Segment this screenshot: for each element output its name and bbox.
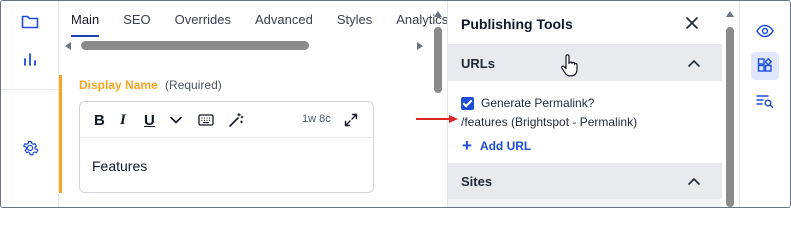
expand-icon[interactable]	[344, 111, 358, 129]
display-name-field: Display Name (Required) B I U 1w 8c Feat…	[59, 75, 431, 207]
chevron-down-icon[interactable]	[170, 111, 182, 129]
app-window: Main SEO Overrides Advanced Styles Analy…	[0, 0, 791, 208]
tab-overrides[interactable]: Overrides	[163, 1, 243, 37]
tab-scrollbar-thumb[interactable]	[81, 41, 309, 50]
editor-toolbar: B I U 1w 8c	[80, 102, 373, 138]
keyboard-icon[interactable]	[198, 111, 214, 129]
panel-scrollbar[interactable]	[725, 9, 735, 207]
folder-icon[interactable]	[18, 10, 42, 34]
word-char-count: 1w 8c	[302, 113, 331, 125]
urls-section-header[interactable]: URLs	[448, 45, 722, 81]
add-url-label: Add URL	[479, 139, 532, 153]
chevron-up-icon[interactable]	[688, 58, 700, 68]
tab-seo[interactable]: SEO	[111, 1, 162, 37]
field-accent-bar	[59, 75, 62, 193]
main-scrollbar[interactable]	[433, 9, 443, 207]
main-pane: Main SEO Overrides Advanced Styles Analy…	[59, 1, 448, 207]
add-url-button[interactable]: + Add URL	[462, 136, 532, 155]
scroll-up-arrow-icon[interactable]	[434, 11, 442, 17]
underline-button[interactable]: U	[144, 111, 155, 129]
field-name: Display Name	[79, 78, 158, 92]
generate-permalink-label: Generate Permalink?	[481, 96, 595, 110]
urls-section-label: URLs	[461, 56, 495, 71]
panel-header: Publishing Tools	[448, 1, 722, 45]
permalink-text: /features (Brightspot - Permalink)	[461, 115, 638, 129]
tab-bar: Main SEO Overrides Advanced Styles Analy…	[59, 1, 448, 37]
search-list-icon[interactable]	[751, 87, 779, 115]
close-icon[interactable]	[684, 15, 700, 31]
scroll-up-arrow-icon[interactable]	[726, 11, 734, 17]
panel-scrollbar-thumb[interactable]	[726, 27, 734, 207]
tab-main[interactable]: Main	[59, 1, 111, 37]
tab-styles[interactable]: Styles	[325, 1, 384, 37]
bold-button[interactable]: B	[94, 111, 105, 129]
urls-section-body: Generate Permalink? /features (Brightspo…	[448, 81, 722, 163]
sites-section-label: Sites	[461, 174, 493, 189]
sites-section-header[interactable]: Sites	[448, 163, 722, 199]
field-label: Display Name (Required)	[79, 78, 222, 92]
rail-divider	[1, 89, 59, 90]
main-scrollbar-thumb[interactable]	[434, 27, 442, 93]
editor-content[interactable]: Features	[92, 158, 147, 174]
tab-scrollbar[interactable]	[63, 39, 425, 53]
hand-cursor-icon	[561, 54, 578, 77]
gear-icon[interactable]	[18, 136, 42, 160]
publishing-tools-panel: Publishing Tools URLs Generate Permalink…	[447, 1, 722, 207]
field-required-note: (Required)	[165, 78, 222, 92]
italic-button[interactable]: I	[120, 111, 126, 129]
right-rail	[739, 1, 790, 207]
panel-title: Publishing Tools	[461, 16, 573, 32]
annotation-arrow-icon	[416, 115, 458, 123]
eye-icon[interactable]	[751, 17, 779, 45]
scroll-right-arrow-icon[interactable]	[417, 42, 423, 50]
widgets-icon[interactable]	[751, 52, 779, 80]
bar-chart-icon[interactable]	[18, 47, 42, 71]
tab-advanced[interactable]: Advanced	[243, 1, 325, 37]
generate-permalink-checkbox[interactable]	[461, 96, 474, 110]
magic-wand-icon[interactable]	[228, 111, 244, 129]
generate-permalink-checkbox-row[interactable]: Generate Permalink?	[461, 96, 594, 110]
plus-icon: +	[462, 136, 472, 155]
left-rail	[1, 1, 59, 207]
chevron-up-icon[interactable]	[688, 176, 700, 186]
scroll-left-arrow-icon[interactable]	[65, 42, 71, 50]
rich-text-editor[interactable]: B I U 1w 8c Features	[79, 101, 374, 193]
